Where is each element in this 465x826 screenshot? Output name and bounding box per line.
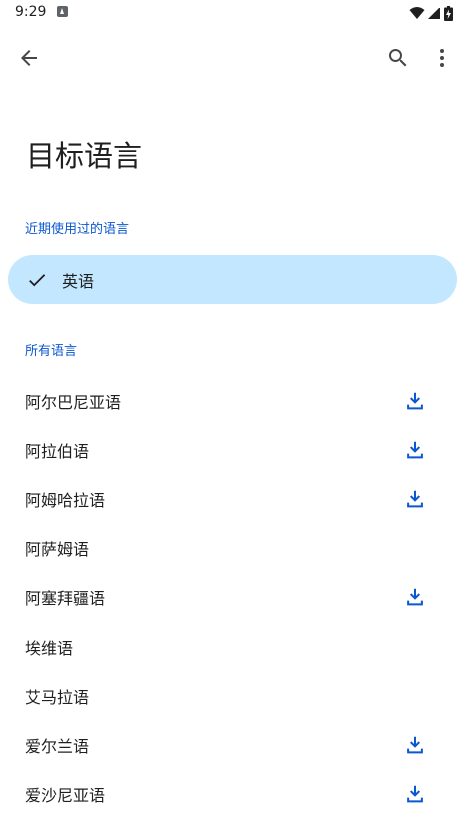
arrow-back-icon bbox=[21, 50, 37, 66]
language-item-arabic[interactable]: 阿拉伯语 bbox=[0, 425, 465, 474]
status-bar: 9:29 bbox=[0, 0, 465, 26]
search-icon bbox=[389, 49, 407, 67]
status-icons bbox=[409, 4, 453, 22]
language-item-albanian[interactable]: 阿尔巴尼亚语 bbox=[0, 376, 465, 425]
language-item-estonian[interactable]: 爱沙尼亚语 bbox=[0, 770, 465, 819]
language-item-ewe[interactable]: 埃维语 bbox=[0, 622, 465, 671]
language-label: 爱沙尼亚语 bbox=[25, 786, 106, 806]
check-icon bbox=[26, 269, 48, 291]
recent-language-label: 英语 bbox=[62, 271, 95, 291]
language-label: 阿拉伯语 bbox=[25, 441, 90, 461]
language-item-assamese[interactable]: 阿萨姆语 bbox=[0, 524, 465, 573]
app-notification-icon bbox=[57, 6, 68, 17]
download-icon[interactable] bbox=[403, 585, 427, 609]
all-languages-list: 阿尔巴尼亚语 阿拉伯语 阿姆哈拉语 阿萨姆语 阿塞拜疆语 埃维语 艾马拉语 爱尔… bbox=[0, 376, 465, 819]
language-label: 阿姆哈拉语 bbox=[25, 490, 106, 510]
more-vert-icon bbox=[440, 49, 444, 67]
search-button[interactable] bbox=[378, 38, 418, 78]
language-label: 阿萨姆语 bbox=[25, 540, 90, 560]
language-label: 阿尔巴尼亚语 bbox=[25, 392, 122, 412]
download-icon[interactable] bbox=[403, 389, 427, 413]
download-icon[interactable] bbox=[403, 438, 427, 462]
page-title: 目标语言 bbox=[26, 139, 143, 173]
download-icon[interactable] bbox=[403, 733, 427, 757]
status-time: 9:29 bbox=[15, 4, 47, 20]
language-label: 阿塞拜疆语 bbox=[25, 589, 106, 609]
download-icon[interactable] bbox=[403, 487, 427, 511]
language-label: 艾马拉语 bbox=[25, 687, 90, 707]
language-item-irish[interactable]: 爱尔兰语 bbox=[0, 720, 465, 769]
wifi-icon bbox=[409, 7, 425, 19]
language-label: 埃维语 bbox=[25, 638, 74, 658]
language-item-azerbaijani[interactable]: 阿塞拜疆语 bbox=[0, 573, 465, 622]
more-options-button[interactable] bbox=[422, 38, 462, 78]
battery-charging-icon bbox=[444, 5, 453, 21]
back-button[interactable] bbox=[9, 38, 49, 78]
recent-languages-header: 近期使用过的语言 bbox=[25, 222, 130, 237]
download-icon[interactable] bbox=[403, 782, 427, 806]
language-label: 爱尔兰语 bbox=[25, 736, 90, 756]
cell-signal-icon bbox=[428, 6, 441, 19]
language-item-aymara[interactable]: 艾马拉语 bbox=[0, 671, 465, 720]
top-app-bar bbox=[0, 26, 465, 90]
recent-language-item-english[interactable]: 英语 bbox=[8, 255, 457, 304]
language-item-amharic[interactable]: 阿姆哈拉语 bbox=[0, 474, 465, 523]
all-languages-header: 所有语言 bbox=[25, 344, 78, 359]
